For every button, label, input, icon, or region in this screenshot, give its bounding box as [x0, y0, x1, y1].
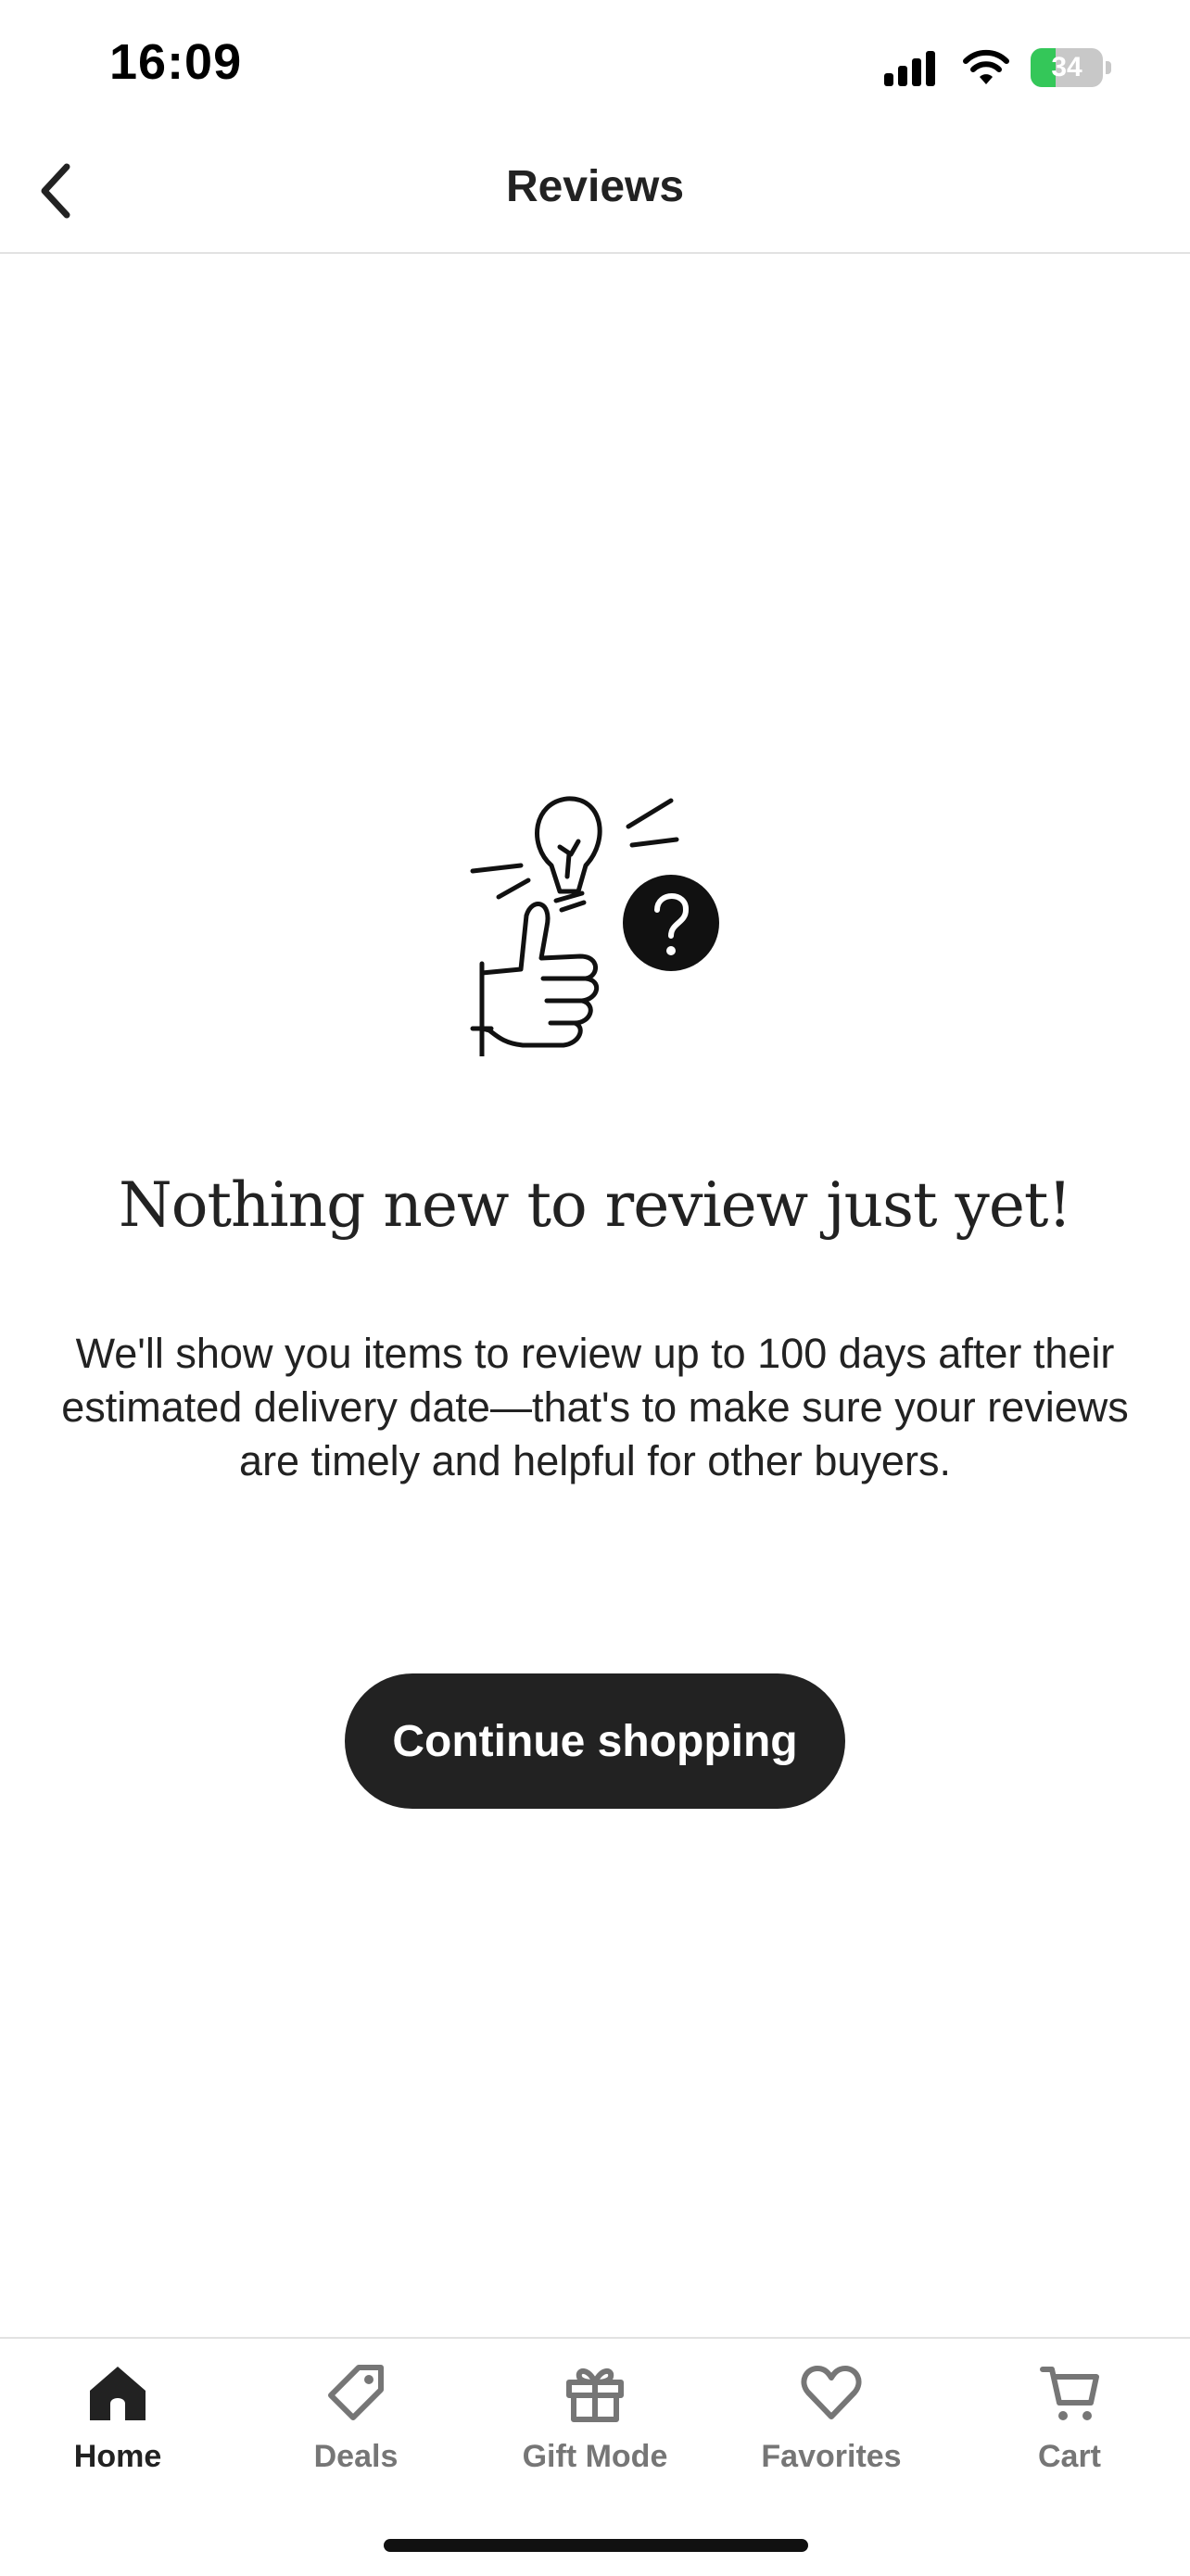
- tab-deals[interactable]: Deals: [254, 2359, 458, 2498]
- battery-level: 34: [1051, 52, 1082, 82]
- tab-label-deals: Deals: [313, 2439, 399, 2474]
- home-icon: [84, 2359, 151, 2426]
- tab-label-favorites: Favorites: [761, 2439, 902, 2474]
- tab-gift-mode[interactable]: Gift Mode: [493, 2359, 697, 2498]
- empty-state-heading: Nothing new to review just yet!: [119, 1169, 1072, 1241]
- tab-favorites[interactable]: Favorites: [729, 2359, 933, 2498]
- bottom-tab-bar: Home Deals Gift Mode Favorites Cart: [0, 2337, 1190, 2576]
- tab-label-cart: Cart: [1037, 2439, 1102, 2474]
- cellular-signal-icon: [884, 51, 935, 86]
- tab-label-home: Home: [73, 2439, 162, 2474]
- status-icons: 34: [884, 44, 1112, 91]
- continue-shopping-button[interactable]: Continue shopping: [345, 1673, 845, 1809]
- nav-bar: Reviews: [0, 130, 1190, 254]
- empty-state-description: We'll show you items to review up to 100…: [61, 1330, 1129, 1484]
- heart-icon: [798, 2359, 865, 2426]
- tab-label-gift-mode: Gift Mode: [522, 2439, 668, 2474]
- battery-body: 34: [1031, 48, 1103, 87]
- status-time: 16:09: [109, 34, 243, 90]
- tab-home[interactable]: Home: [16, 2359, 220, 2498]
- thumbs-up-lightbulb-question-icon: [470, 796, 719, 1056]
- cart-icon: [1036, 2359, 1103, 2426]
- tab-cart[interactable]: Cart: [968, 2359, 1171, 2498]
- battery-icon: 34: [1031, 48, 1112, 87]
- gift-icon: [562, 2359, 628, 2426]
- wifi-icon: [963, 49, 1009, 84]
- home-indicator: [384, 2539, 808, 2552]
- status-bar: 16:09 34: [0, 0, 1190, 130]
- tag-icon: [323, 2359, 389, 2426]
- page-title: Reviews: [505, 162, 685, 211]
- battery-cap: [1106, 61, 1111, 74]
